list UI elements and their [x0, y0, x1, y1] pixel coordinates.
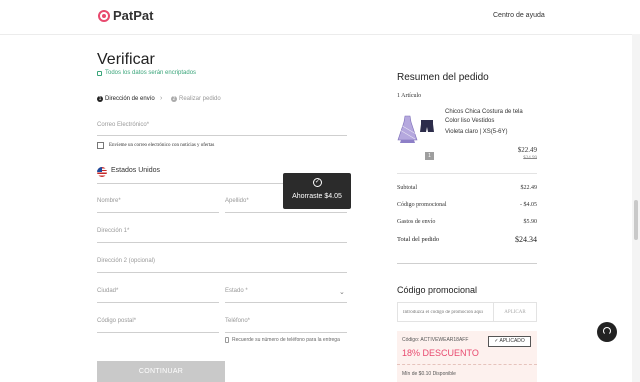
- scrollbar-thumb[interactable]: [634, 200, 638, 240]
- subtotal-value: $22.49: [520, 185, 538, 191]
- shorts-illustration: [420, 120, 434, 132]
- article-count: 1 Artículo: [397, 93, 422, 99]
- divider: [397, 173, 537, 174]
- coupon-code: Código: ACTIVEWEAR18AFF: [402, 337, 469, 343]
- zip-underline: [97, 332, 219, 333]
- last-name-field[interactable]: Apellido*: [225, 198, 249, 204]
- chevron-down-icon[interactable]: ⌄: [339, 288, 345, 296]
- newsletter-label: Envíeme un correo electrónico con notici…: [109, 143, 215, 148]
- zip-field[interactable]: Código postal*: [97, 318, 136, 324]
- lock-icon: [97, 71, 102, 76]
- product-variant: Violeta claro | XS(5-6Y): [445, 129, 508, 135]
- help-center-link[interactable]: Centro de ayuda: [493, 12, 545, 19]
- address2-field[interactable]: Dirección 2 (opcional): [97, 258, 155, 264]
- shipping-value: $5.90: [523, 219, 538, 225]
- total-value: $24.34: [515, 235, 537, 244]
- promo-title: Código promocional: [397, 285, 478, 295]
- newsletter-checkbox[interactable]: [97, 142, 104, 149]
- summary-title: Resumen del pedido: [397, 72, 489, 83]
- apply-promo-button[interactable]: APLICAR: [494, 302, 537, 322]
- brand-logo-text[interactable]: PatPat: [113, 8, 153, 23]
- address1-field[interactable]: Dirección 1*: [97, 228, 129, 234]
- city-underline: [97, 302, 219, 303]
- total-label: Total del pedido: [397, 236, 440, 243]
- product-name[interactable]: Chicos Chica Costura de tela Color liso …: [445, 108, 537, 126]
- continue-button[interactable]: CONTINUAR: [97, 361, 225, 382]
- phone-note: Recuerde su número de teléfono para la e…: [232, 337, 340, 343]
- state-underline: [225, 302, 347, 303]
- shipping-label: Gastos de envío: [397, 219, 436, 225]
- phone-underline: [225, 332, 347, 333]
- phone-icon: [225, 337, 229, 343]
- dress-illustration: [397, 115, 418, 143]
- coupon-applied-badge[interactable]: ✓ APLICADO: [488, 336, 531, 347]
- address1-underline: [97, 242, 347, 243]
- check-circle-icon: ✓: [313, 178, 322, 187]
- product-price: $22.49: [517, 146, 537, 154]
- step-place-order: Realizar pedido: [179, 96, 221, 102]
- page-title: Verificar: [97, 51, 155, 68]
- secure-note: Todos los datos serán encriptados: [105, 70, 197, 76]
- product-old-price: $24.99: [523, 156, 537, 161]
- phone-field[interactable]: Teléfono*: [225, 318, 250, 324]
- country-select[interactable]: Estados Unidos: [111, 167, 160, 174]
- us-flag-icon: [97, 167, 107, 177]
- coupon-minimum: Mín de $0.10 Disponible: [402, 371, 456, 377]
- quantity-badge: 1: [425, 152, 434, 160]
- address2-underline: [97, 272, 347, 273]
- last-name-underline: [225, 212, 347, 213]
- chevron-right-icon: ›: [160, 95, 163, 102]
- step-shipping-address: Dirección de envío: [105, 96, 155, 102]
- country-underline: [97, 183, 283, 184]
- coupon-divider: [397, 364, 537, 366]
- headset-icon: [603, 327, 611, 335]
- first-name-underline: [97, 212, 219, 213]
- promo-code-value: - $4.05: [520, 202, 537, 208]
- subtotal-label: Subtotal: [397, 185, 418, 191]
- city-field[interactable]: Ciudad*: [97, 288, 118, 294]
- logo-icon[interactable]: [98, 10, 110, 22]
- coupon-discount: 18% DESCUENTO: [402, 348, 479, 358]
- email-underline: [97, 135, 347, 136]
- step-2-number: 2: [171, 96, 177, 102]
- toast-message: Ahorraste $4.05: [292, 193, 342, 200]
- email-field[interactable]: Correo Electrónico*: [97, 122, 149, 128]
- promo-code-label: Código promocional: [397, 202, 447, 208]
- step-1-number: 1: [97, 96, 103, 102]
- promo-code-input[interactable]: [397, 302, 494, 322]
- state-select[interactable]: Estado *: [225, 288, 248, 294]
- divider: [397, 263, 537, 264]
- first-name-field[interactable]: Nombre*: [97, 198, 121, 204]
